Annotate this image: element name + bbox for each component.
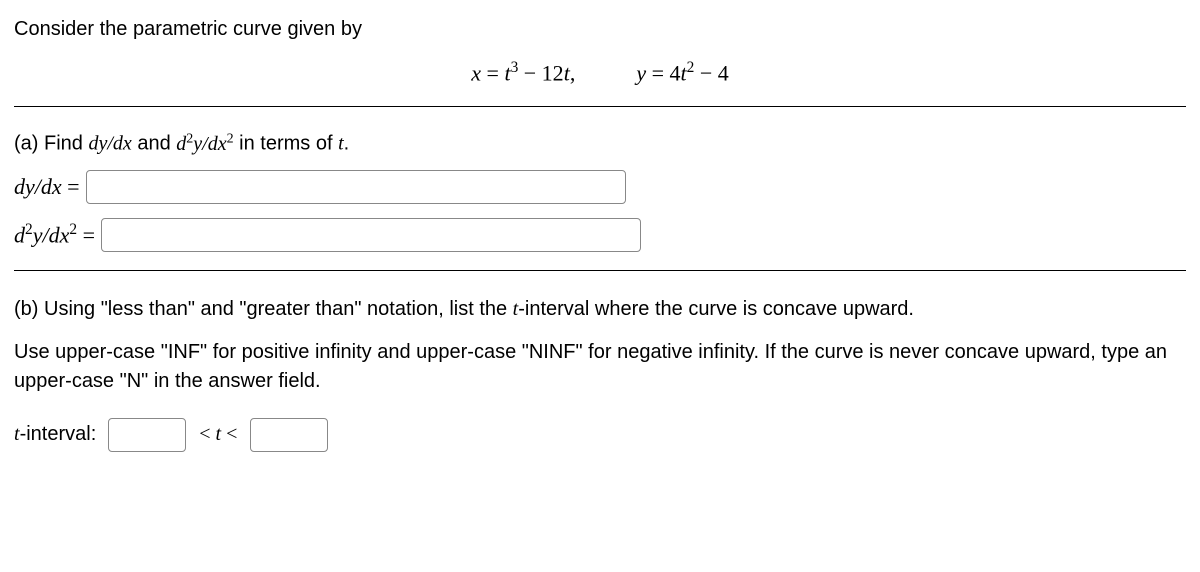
eq-y-lhs: y [636, 60, 646, 85]
dy-dx-row: dy/dx = [14, 170, 1186, 204]
intro-text: Consider the parametric curve given by [14, 18, 1186, 41]
part-a: (a) Find dy/dx and d2y/dx2 in terms of t… [14, 131, 1186, 252]
t-interval-lower-input[interactable] [108, 418, 186, 452]
t-interval-label: t-interval: [14, 420, 96, 449]
eq-equals-1: = [487, 60, 505, 85]
t-interval-mid: < t < [194, 420, 242, 449]
dy-dx-label: dy/dx = [14, 174, 80, 200]
divider-1 [14, 106, 1186, 107]
part-b-line2: Use upper-case "INF" for positive infini… [14, 338, 1186, 396]
part-b: (b) Using "less than" and "greater than"… [14, 295, 1186, 452]
d2y-dx2-label: d2y/dx2 = [14, 221, 95, 248]
part-a-prompt: (a) Find dy/dx and d2y/dx2 in terms of t… [14, 131, 1186, 156]
eq-y-coef: 4 [670, 60, 681, 85]
parametric-equations: x = t3 − 12t, y = 4t2 − 4 [14, 59, 1186, 86]
t-interval-upper-input[interactable] [250, 418, 328, 452]
eq-y-tail: − 4 [694, 60, 728, 85]
dy-dx-input[interactable] [86, 170, 626, 204]
d2y-dx2-input[interactable] [101, 218, 641, 252]
eq-equals-2: = [652, 60, 670, 85]
problem-page: Consider the parametric curve given by x… [0, 0, 1200, 572]
d2y-dx2-row: d2y/dx2 = [14, 218, 1186, 252]
part-b-line1: (b) Using "less than" and "greater than"… [14, 295, 1186, 324]
t-interval-row: t-interval: < t < [14, 418, 1186, 452]
eq-x-lhs: x [471, 60, 481, 85]
eq-x-tail: − 12 [518, 60, 563, 85]
divider-2 [14, 270, 1186, 271]
